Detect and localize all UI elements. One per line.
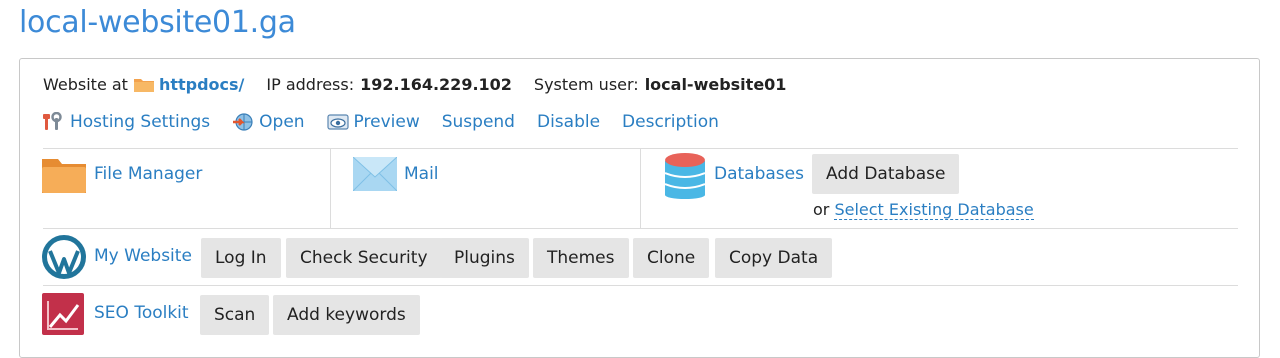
seo-chart-icon[interactable]: [42, 293, 84, 339]
domain-panel: Website at httpdocs/ IP address: 192.164…: [19, 58, 1260, 358]
scan-button[interactable]: Scan: [200, 295, 270, 335]
ip-value: 192.164.229.102: [360, 75, 512, 94]
databases-link[interactable]: Databases: [714, 164, 804, 184]
tools-icon: [43, 111, 65, 132]
divider: [330, 149, 331, 228]
envelope-icon[interactable]: [352, 156, 398, 195]
domain-actions: Hosting Settings Open Preview Suspend Di…: [43, 111, 741, 132]
mail-link[interactable]: Mail: [404, 164, 439, 184]
preview-link[interactable]: Preview: [326, 112, 420, 132]
themes-button[interactable]: Themes: [533, 238, 629, 278]
file-manager-icon[interactable]: [42, 155, 86, 197]
seo-toolkit-link[interactable]: SEO Toolkit: [94, 303, 189, 323]
folder-icon: [133, 76, 155, 93]
domain-info-line: Website at httpdocs/ IP address: 192.164…: [43, 75, 786, 94]
my-website-link[interactable]: My Website: [94, 246, 192, 266]
select-existing-db-line: or Select Existing Database: [813, 200, 1034, 220]
website-at-label: Website at: [43, 75, 128, 94]
docroot-link[interactable]: httpdocs/: [159, 75, 244, 94]
select-existing-database-link[interactable]: Select Existing Database: [834, 200, 1034, 220]
description-link[interactable]: Description: [622, 112, 719, 132]
ip-label: IP address:: [266, 75, 355, 94]
copy-data-button[interactable]: Copy Data: [715, 238, 833, 278]
database-icon[interactable]: [664, 153, 706, 203]
check-security-button[interactable]: Check Security: [286, 238, 442, 278]
eye-icon: [326, 112, 349, 132]
open-label: Open: [259, 112, 305, 132]
hosting-settings-link[interactable]: Hosting Settings: [43, 111, 211, 132]
plugins-button[interactable]: Plugins: [440, 238, 529, 278]
suspend-link[interactable]: Suspend: [442, 112, 515, 132]
domain-title[interactable]: local-website01.ga: [19, 3, 296, 43]
preview-label: Preview: [353, 112, 420, 132]
system-user-label: System user:: [533, 75, 639, 94]
wordpress-icon[interactable]: [42, 235, 86, 283]
add-keywords-button[interactable]: Add keywords: [273, 295, 420, 335]
file-manager-link[interactable]: File Manager: [94, 164, 202, 184]
divider: [640, 149, 641, 228]
hosting-settings-label: Hosting Settings: [70, 112, 211, 132]
log-in-button[interactable]: Log In: [201, 238, 281, 278]
clone-button[interactable]: Clone: [633, 238, 710, 278]
divider: [43, 285, 1238, 286]
open-link[interactable]: Open: [232, 112, 305, 132]
globe-arrow-icon: [232, 112, 254, 132]
disable-link[interactable]: Disable: [537, 112, 600, 132]
add-database-button[interactable]: Add Database: [812, 154, 960, 194]
system-user-value: local-website01: [644, 75, 787, 94]
or-text: or: [813, 200, 830, 219]
divider: [43, 228, 1238, 229]
